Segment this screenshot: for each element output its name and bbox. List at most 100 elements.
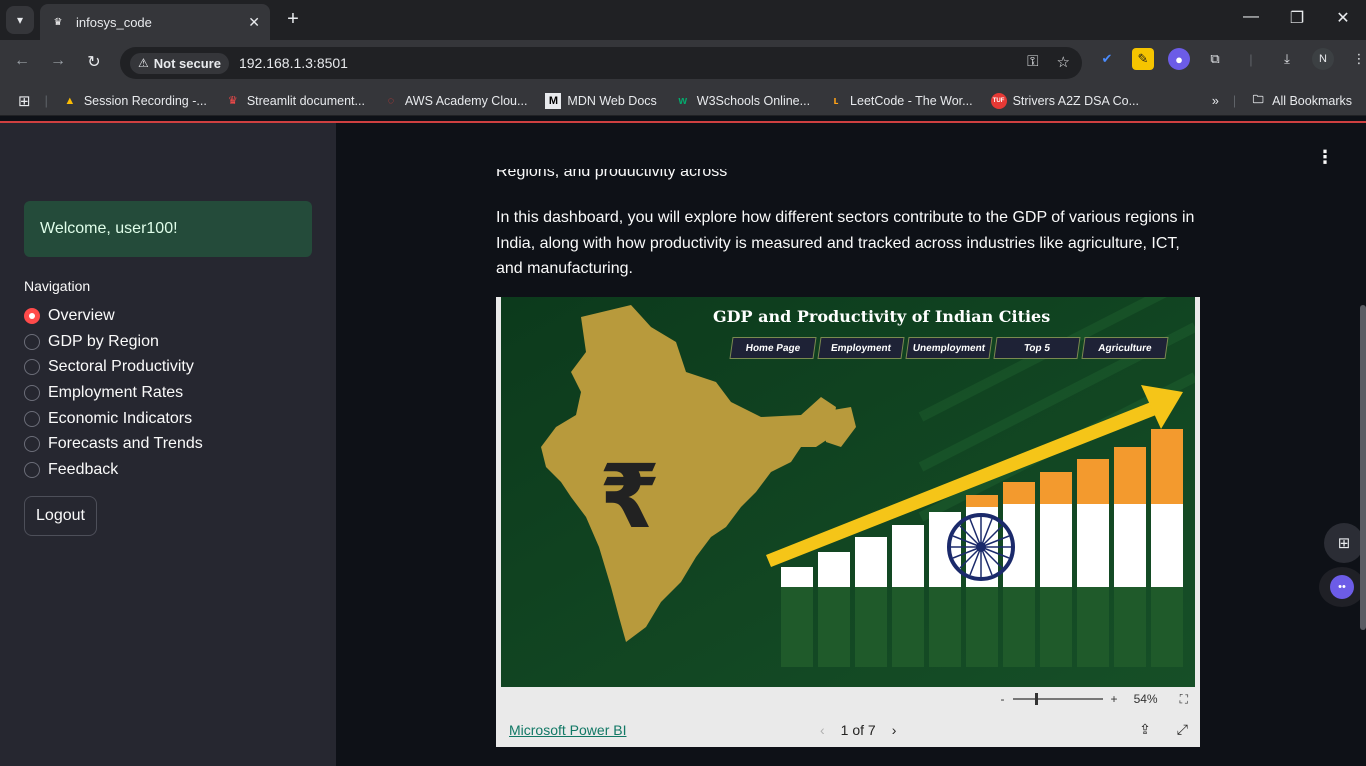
address-bar[interactable]: ⚠ Not secure 192.168.1.3:8501 ⚿ ☆ (120, 47, 1082, 79)
radio[interactable] (24, 436, 40, 453)
report-button-label: Agriculture (1097, 342, 1153, 354)
nav-item-economic-indicators[interactable]: Economic Indicators (24, 406, 203, 432)
chrome-menu-icon[interactable]: ⋮ (1348, 48, 1366, 70)
zoom-level: 54% (1133, 692, 1158, 706)
powerbi-actions: ⇪ ⤢ (1139, 721, 1188, 738)
zoom-slider[interactable] (1012, 693, 1103, 705)
share-icon[interactable]: ⇪ (1139, 721, 1151, 738)
extensions-puzzle-icon[interactable]: ⧉ (1204, 48, 1226, 70)
sidebar-apps-icon[interactable]: ⊞ (1324, 523, 1364, 563)
logout-button[interactable]: Logout (24, 496, 97, 536)
copilot-float-icon[interactable]: •• (1319, 567, 1365, 607)
profile-avatar[interactable]: N (1312, 48, 1334, 70)
checkmark-extension-icon[interactable]: ✔ (1096, 48, 1118, 70)
highlighter-extension-icon[interactable]: ✎ (1132, 48, 1154, 70)
apps-grid-icon[interactable]: ⊞ (18, 92, 31, 110)
new-tab-button[interactable]: + (282, 8, 304, 30)
nav-item-label: Forecasts and Trends (48, 435, 203, 453)
w3schools-icon: w (678, 94, 688, 107)
report-agriculture-button[interactable]: Agriculture (1081, 337, 1169, 359)
streamlit-favicon-icon: ♛ (53, 16, 63, 28)
nav-item-sectoral-productivity[interactable]: Sectoral Productivity (24, 354, 203, 380)
radio[interactable] (24, 410, 40, 427)
nav-item-label: GDP by Region (48, 332, 159, 350)
minimize-button[interactable]: — (1236, 8, 1266, 26)
powerbi-embed[interactable]: ₹ GDP and Productivity of Indian Cities … (496, 297, 1200, 747)
page-navigator: ‹ 1 of 7 › (820, 722, 896, 738)
back-button[interactable]: ← (10, 52, 34, 70)
url-text[interactable]: 192.168.1.3:8501 (239, 55, 348, 71)
bookmark-item[interactable]: M MDN Web Docs (545, 92, 657, 109)
report-title: GDP and Productivity of Indian Cities (713, 307, 1051, 326)
app-header-divider (0, 116, 1366, 123)
next-page-icon[interactable]: › (892, 722, 897, 738)
app-menu-icon[interactable]: ⋮ (1316, 147, 1334, 168)
report-top5-button[interactable]: Top 5 (993, 337, 1081, 359)
bookmarks-divider: | (44, 93, 48, 108)
tab-title: infosys_code (76, 14, 152, 30)
powerbi-link[interactable]: Microsoft Power BI (509, 722, 626, 738)
nav-item-feedback[interactable]: Feedback (24, 457, 203, 483)
rupee-symbol: ₹ (599, 445, 660, 548)
copilot-extension-icon[interactable]: ● (1168, 48, 1190, 70)
nav-item-label: Employment Rates (48, 383, 184, 401)
report-unemployment-button[interactable]: Unemployment (905, 337, 993, 359)
bookmark-item[interactable]: ◌ AWS Academy Clou... (383, 93, 528, 109)
nav-item-label: Sectoral Productivity (48, 358, 194, 376)
radio-selected[interactable] (24, 307, 40, 324)
security-chip[interactable]: ⚠ Not secure (130, 52, 229, 74)
restore-button[interactable]: ❐ (1282, 8, 1312, 28)
tab-search-button[interactable]: ▾ (6, 6, 34, 34)
nav-item-overview[interactable]: Overview (24, 303, 203, 329)
radio[interactable] (24, 461, 40, 478)
report-home-button[interactable]: Home Page (729, 337, 817, 359)
browser-tab[interactable]: ♛ infosys_code ✕ (40, 4, 270, 40)
bookmark-star-icon[interactable]: ☆ (1057, 53, 1070, 71)
powerbi-footer: Microsoft Power BI ‹ 1 of 7 › ⇪ ⤢ (496, 713, 1200, 747)
more-bookmarks-icon[interactable]: » (1212, 94, 1219, 108)
report-button-label: Top 5 (1023, 342, 1051, 354)
scrolled-text-fragment: Regions, and productivity across sectors (496, 169, 776, 183)
close-window-button[interactable]: ✕ (1328, 8, 1358, 28)
bookmark-item[interactable]: ▲ Session Recording -... (62, 93, 207, 109)
bookmark-item[interactable]: TUF Strivers A2Z DSA Co... (990, 92, 1139, 109)
fit-to-page-icon[interactable]: ⛶ (1180, 692, 1188, 707)
zoom-out-button[interactable]: - (1001, 692, 1005, 706)
ashoka-chakra (947, 513, 1015, 581)
report-banner[interactable]: ₹ GDP and Productivity of Indian Cities … (501, 297, 1195, 687)
drive-icon: ▲ (64, 94, 76, 107)
fullscreen-icon[interactable]: ⤢ (1177, 721, 1188, 738)
page-scrollbar[interactable] (1360, 305, 1366, 630)
bookmark-item[interactable]: w W3Schools Online... (675, 93, 811, 109)
report-employment-button[interactable]: Employment (817, 337, 905, 359)
reload-button[interactable]: ↻ (82, 52, 106, 72)
nav-item-gdp-by-region[interactable]: GDP by Region (24, 329, 203, 355)
previous-page-icon[interactable]: ‹ (820, 722, 825, 738)
report-button-label: Home Page (744, 342, 802, 354)
all-bookmarks-button[interactable]: 🗀 All Bookmarks (1250, 93, 1352, 109)
mdn-icon: M (545, 92, 562, 109)
radio[interactable] (24, 384, 40, 401)
radio[interactable] (24, 359, 40, 376)
password-key-icon[interactable]: ⚿ (1027, 53, 1038, 71)
bookmark-label: Session Recording -... (83, 93, 207, 108)
radio[interactable] (24, 333, 40, 350)
tuf-icon: TUF (990, 92, 1007, 109)
leetcode-icon: ʟ (833, 94, 839, 107)
warning-icon: ⚠ (138, 56, 149, 70)
downloads-icon[interactable]: ⤓ (1276, 48, 1298, 70)
nav-item-employment-rates[interactable]: Employment Rates (24, 380, 203, 406)
page-indicator: 1 of 7 (840, 722, 876, 738)
bookmark-label: MDN Web Docs (567, 93, 657, 108)
forward-button[interactable]: → (46, 52, 70, 70)
bookmark-item[interactable]: ʟ LeetCode - The Wor... (828, 93, 973, 109)
navigation-radio-group: Overview GDP by Region Sectoral Producti… (24, 303, 203, 483)
nav-item-label: Feedback (48, 460, 119, 478)
partial-line-text: Regions, and productivity across sectors (496, 169, 728, 183)
nav-item-forecasts-and-trends[interactable]: Forecasts and Trends (24, 431, 203, 457)
bookmark-item[interactable]: ♛ Streamlit document... (225, 93, 365, 109)
zoom-in-button[interactable]: + (1111, 692, 1118, 706)
security-label: Not secure (153, 55, 221, 71)
close-tab-icon[interactable]: ✕ (248, 14, 260, 31)
nav-item-label: Overview (48, 306, 115, 324)
